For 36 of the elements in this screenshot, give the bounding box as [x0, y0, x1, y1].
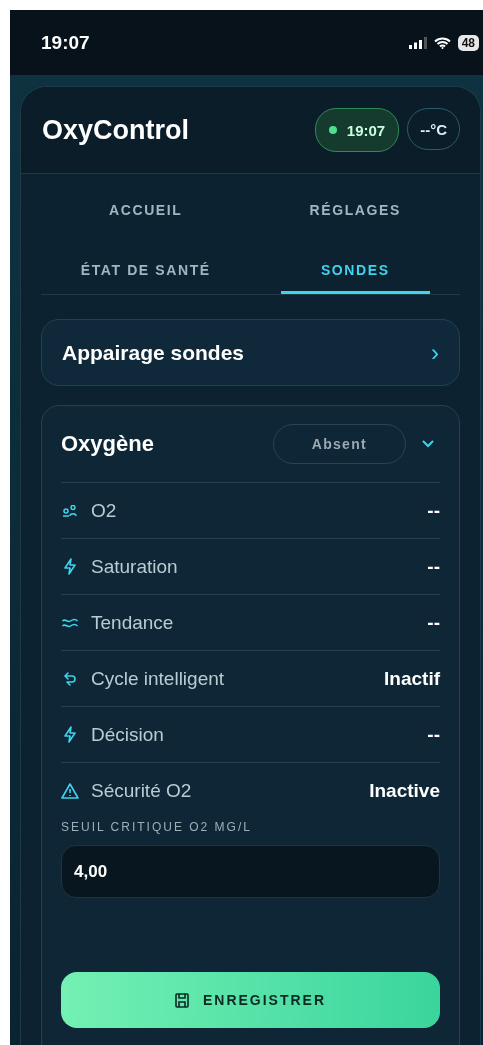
- warning-icon: [61, 782, 79, 799]
- status-time: 19:07: [41, 31, 90, 54]
- wave-icon: [61, 617, 79, 628]
- battery-indicator: 48: [457, 34, 479, 51]
- lightning-icon: [61, 558, 79, 575]
- nav-tab[interactable]: ÉTAT DE SANTÉ: [71, 234, 221, 294]
- nav-tab[interactable]: RÉGLAGES: [280, 174, 430, 234]
- cycle-icon: [61, 671, 79, 686]
- row-value: --: [427, 555, 440, 578]
- row-label: Tendance: [91, 611, 175, 634]
- chevron-icon: ›: [431, 338, 439, 367]
- signal-icon: [408, 36, 427, 49]
- row-value: --: [427, 611, 440, 634]
- threshold-input[interactable]: 4,00: [61, 845, 440, 898]
- pairing-button[interactable]: Appairage sondes ›: [41, 319, 460, 386]
- caret-icon[interactable]: [422, 440, 434, 448]
- threshold-label: SEUIL CRITIQUE O2 MG/L: [61, 820, 253, 834]
- wifi-icon: [433, 36, 451, 49]
- nav-tab[interactable]: ACCUEIL: [71, 174, 221, 234]
- row-label: O2: [91, 499, 118, 522]
- lightning-icon: [61, 726, 79, 743]
- nav-tab[interactable]: SONDES: [280, 234, 430, 294]
- save-button[interactable]: ENREGISTRER: [61, 972, 440, 1028]
- probe-title: Oxygène: [61, 431, 155, 457]
- row-value: --: [427, 499, 440, 522]
- app-title: OxyControl: [42, 114, 189, 146]
- row-value: Inactif: [384, 667, 440, 690]
- people-icon: [61, 504, 79, 517]
- row-value: --: [427, 723, 440, 746]
- clock-text: 19:07: [346, 121, 386, 139]
- row-label: Cycle intelligent: [91, 667, 226, 690]
- row-label: Saturation: [91, 555, 179, 578]
- row-label: Sécurité O2: [91, 779, 193, 802]
- row-value: Inactive: [369, 779, 440, 802]
- row-label: Décision: [91, 723, 165, 746]
- pairing-label: Appairage sondes: [62, 340, 245, 365]
